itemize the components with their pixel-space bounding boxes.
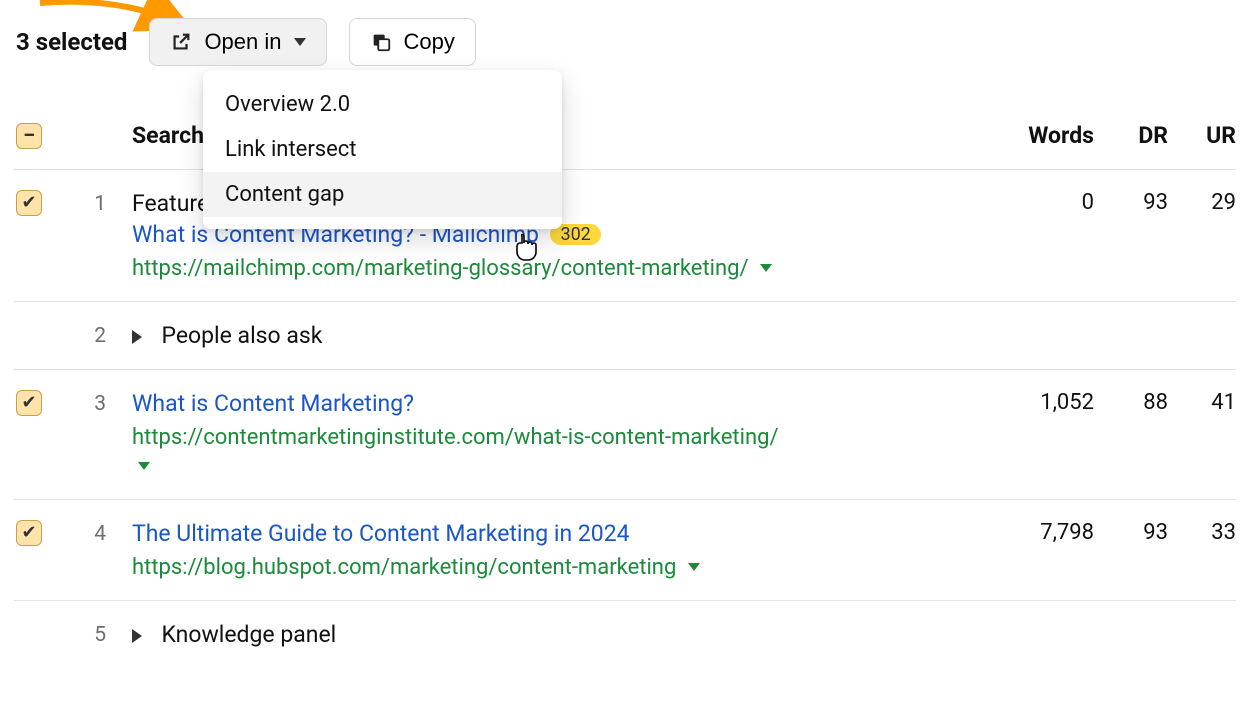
menu-item-link-intersect[interactable]: Link intersect	[203, 127, 562, 172]
row-index: 2	[74, 322, 132, 348]
url-dropdown-icon[interactable]	[760, 264, 772, 272]
result-title-link[interactable]: The Ultimate Guide to Content Marketing …	[132, 520, 988, 547]
row-index: 1	[74, 190, 132, 216]
menu-item-content-gap[interactable]: Content gap	[203, 172, 562, 217]
row-checkbox[interactable]: ✔	[16, 520, 42, 546]
cell-words: 1,052	[988, 390, 1094, 415]
row-checkbox[interactable]: ✔	[16, 190, 42, 216]
table-row: 2 People also ask	[14, 302, 1236, 370]
cell-words: 0	[988, 190, 1094, 215]
table-row: ✔ 3 What is Content Marketing? https://c…	[14, 370, 1236, 500]
open-in-button[interactable]: Open in	[149, 18, 326, 66]
result-url[interactable]: https://contentmarketinginstitute.com/wh…	[132, 425, 779, 450]
column-ur[interactable]: UR	[1168, 122, 1236, 149]
table-row: ✔ 1 Featured snippet What is Content Mar…	[14, 170, 1236, 302]
cell-ur: 33	[1168, 520, 1236, 545]
check-icon: ✔	[21, 194, 36, 212]
copy-icon	[370, 31, 392, 53]
cell-words: 7,798	[988, 520, 1094, 545]
cell-ur: 41	[1168, 390, 1236, 415]
check-icon: ✔	[21, 524, 36, 542]
chevron-down-icon	[294, 38, 306, 46]
row-index: 4	[74, 520, 132, 546]
indeterminate-icon: –	[23, 127, 34, 145]
open-external-icon	[170, 31, 192, 53]
result-url[interactable]: https://mailchimp.com/marketing-glossary…	[132, 256, 749, 281]
serp-feature-label: People also ask	[161, 322, 322, 349]
result-url[interactable]: https://blog.hubspot.com/marketing/conte…	[132, 555, 676, 580]
open-in-menu: Overview 2.0 Link intersect Content gap	[203, 70, 562, 229]
row-index: 3	[74, 390, 132, 416]
copy-button[interactable]: Copy	[349, 18, 476, 66]
row-index: 5	[74, 621, 132, 647]
expand-icon[interactable]	[132, 330, 142, 344]
selected-count: 3 selected	[16, 28, 127, 56]
select-all-checkbox[interactable]: –	[16, 123, 42, 149]
column-words[interactable]: Words	[988, 122, 1094, 149]
cell-dr: 93	[1094, 190, 1168, 215]
expand-icon[interactable]	[132, 629, 142, 643]
cell-ur: 29	[1168, 190, 1236, 215]
url-dropdown-icon[interactable]	[138, 462, 150, 470]
result-title-link[interactable]: What is Content Marketing?	[132, 390, 988, 417]
menu-item-overview[interactable]: Overview 2.0	[203, 82, 562, 127]
selection-toolbar: 3 selected Open in Copy Overview 2.0 Lin…	[14, 18, 1236, 66]
cell-dr: 93	[1094, 520, 1168, 545]
table-row: 5 Knowledge panel	[14, 601, 1236, 668]
check-icon: ✔	[21, 394, 36, 412]
table-header: – Search results Words DR UR	[14, 122, 1236, 170]
url-dropdown-icon[interactable]	[688, 563, 700, 571]
table-row: ✔ 4 The Ultimate Guide to Content Market…	[14, 500, 1236, 601]
copy-label: Copy	[404, 29, 455, 55]
row-checkbox[interactable]: ✔	[16, 390, 42, 416]
cell-dr: 88	[1094, 390, 1168, 415]
open-in-label: Open in	[204, 29, 281, 55]
serp-feature-label: Knowledge panel	[161, 621, 336, 648]
column-dr[interactable]: DR	[1094, 122, 1168, 149]
